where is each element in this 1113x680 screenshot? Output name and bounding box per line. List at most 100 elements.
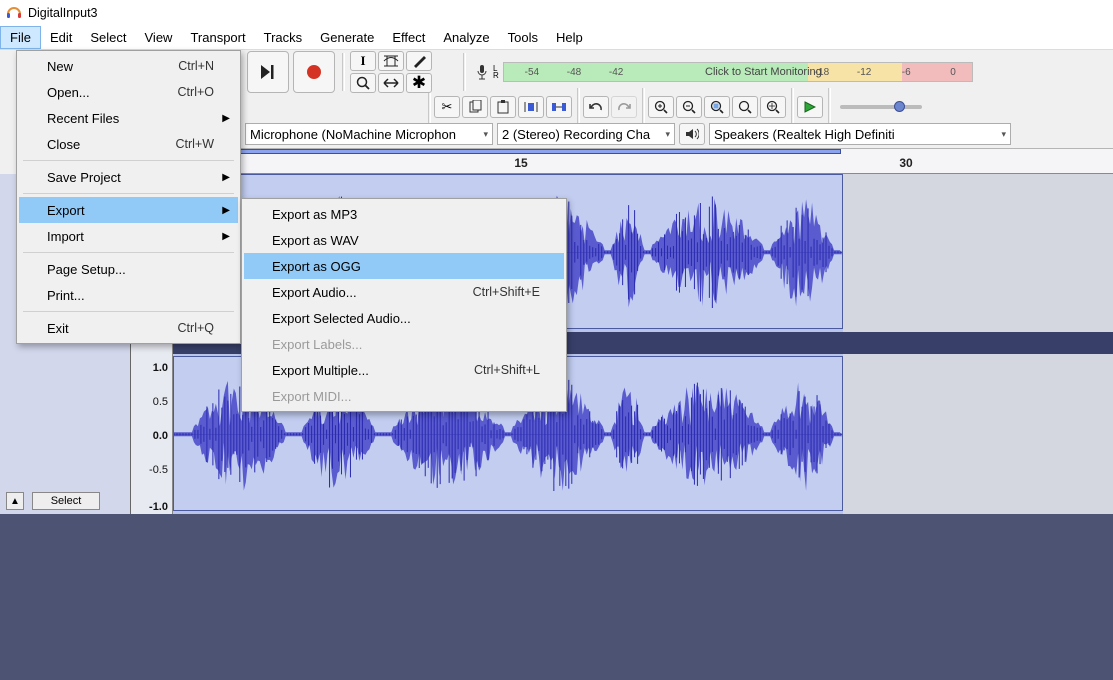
menu-accel: Ctrl+Q xyxy=(178,321,214,335)
menu-generate[interactable]: Generate xyxy=(311,26,383,49)
menu-accel: Ctrl+N xyxy=(178,59,214,73)
menu-item-export-wav[interactable]: Export as WAV xyxy=(244,227,564,253)
ruler-mark: 30 xyxy=(899,156,912,170)
input-device-label: Microphone (NoMachine Microphon xyxy=(250,127,456,142)
menu-label: Close xyxy=(47,137,80,152)
menu-item-exit[interactable]: ExitCtrl+Q xyxy=(19,315,238,341)
trim-button[interactable] xyxy=(518,96,544,118)
menu-item-print[interactable]: Print... xyxy=(19,282,238,308)
menu-item-open[interactable]: Open...Ctrl+O xyxy=(19,79,238,105)
multi-tool[interactable]: ✱ xyxy=(406,73,432,93)
menu-tools[interactable]: Tools xyxy=(499,26,547,49)
track-select-button[interactable]: Select xyxy=(32,492,100,510)
menu-item-export-audio[interactable]: Export Audio...Ctrl+Shift+E xyxy=(244,279,564,305)
menu-accel: Ctrl+Shift+E xyxy=(473,285,540,299)
envelope-tool[interactable] xyxy=(378,51,404,71)
zoom-out-button[interactable] xyxy=(676,96,702,118)
timeshift-tool[interactable] xyxy=(378,73,404,93)
play-button[interactable] xyxy=(797,96,823,118)
menu-item-close[interactable]: CloseCtrl+W xyxy=(19,131,238,157)
ibeam-icon: I xyxy=(360,53,365,69)
menu-label: Export MIDI... xyxy=(272,389,351,404)
scissors-icon: ✂ xyxy=(442,99,453,115)
input-device-combo[interactable]: Microphone (NoMachine Microphon ▾ xyxy=(245,123,493,145)
menu-edit[interactable]: Edit xyxy=(41,26,81,49)
titlebar: DigitalInput3 xyxy=(0,0,1113,26)
menu-select[interactable]: Select xyxy=(81,26,135,49)
silence-button[interactable] xyxy=(546,96,572,118)
menu-analyze[interactable]: Analyze xyxy=(434,26,498,49)
selection-tool[interactable]: I xyxy=(350,51,376,71)
playback-speed-slider[interactable] xyxy=(840,105,922,109)
chevron-down-icon: ▾ xyxy=(483,129,488,140)
menu-item-export-midi: Export MIDI... xyxy=(244,383,564,409)
menu-item-export-selected[interactable]: Export Selected Audio... xyxy=(244,305,564,331)
divider xyxy=(463,53,466,91)
submenu-arrow-icon: ▶ xyxy=(222,113,230,124)
menu-item-page-setup[interactable]: Page Setup... xyxy=(19,256,238,282)
menu-separator xyxy=(23,252,234,253)
lr-label: LR xyxy=(493,65,499,79)
menu-item-new[interactable]: NewCtrl+N xyxy=(19,53,238,79)
menu-item-import[interactable]: Import▶ xyxy=(19,223,238,249)
menu-item-export-ogg[interactable]: Export as OGG xyxy=(244,253,564,279)
speaker-icon xyxy=(685,128,699,140)
pencil-icon xyxy=(412,54,426,68)
slider-knob[interactable] xyxy=(894,101,905,112)
clipboard-icon xyxy=(496,100,510,114)
zoom-toggle-button[interactable] xyxy=(760,96,786,118)
timeline-ruler[interactable]: 15 30 xyxy=(131,148,1113,174)
fit-selection-icon xyxy=(710,100,724,114)
fit-project-button[interactable] xyxy=(732,96,758,118)
track-collapse-button[interactable]: ▲ xyxy=(6,492,24,510)
magnifier-icon xyxy=(356,76,370,90)
menu-label: Export Labels... xyxy=(272,337,362,352)
submenu-arrow-icon: ▶ xyxy=(222,231,230,242)
menu-item-save-project[interactable]: Save Project▶ xyxy=(19,164,238,190)
redo-button[interactable] xyxy=(611,96,637,118)
menu-item-export-mp3[interactable]: Export as MP3 xyxy=(244,201,564,227)
app-icon xyxy=(6,5,22,21)
ruler-mark: 15 xyxy=(514,156,527,170)
menu-label: Export as OGG xyxy=(272,259,361,274)
meter-tick: 0 xyxy=(950,67,956,78)
meter-tick: -6 xyxy=(902,67,911,78)
copy-button[interactable] xyxy=(462,96,488,118)
menu-accel: Ctrl+Shift+L xyxy=(474,363,540,377)
undo-button[interactable] xyxy=(583,96,609,118)
cut-button[interactable]: ✂ xyxy=(434,96,460,118)
redo-icon xyxy=(616,101,632,113)
menu-separator xyxy=(23,311,234,312)
recording-meter[interactable]: LR -54 -48 -42 Click to Start Monitoring… xyxy=(475,62,973,82)
channels-combo[interactable]: 2 (Stereo) Recording Cha ▾ xyxy=(497,123,675,145)
menu-tracks[interactable]: Tracks xyxy=(255,26,312,49)
paste-button[interactable] xyxy=(490,96,516,118)
submenu-arrow-icon: ▶ xyxy=(222,172,230,183)
menu-item-export-multiple[interactable]: Export Multiple... Ctrl+Shift+L xyxy=(244,357,564,383)
envelope-icon xyxy=(383,55,399,67)
menu-file[interactable]: File xyxy=(0,26,41,49)
menu-item-export[interactable]: Export ▶ xyxy=(19,197,238,223)
play-icon xyxy=(804,101,816,113)
draw-tool[interactable] xyxy=(406,51,432,71)
menu-label: Export xyxy=(47,203,85,218)
submenu-arrow-icon: ▶ xyxy=(222,205,230,216)
fit-project-icon xyxy=(738,100,752,114)
zoom-tool[interactable] xyxy=(350,73,376,93)
menu-view[interactable]: View xyxy=(136,26,182,49)
skip-end-button[interactable] xyxy=(247,51,289,93)
menu-item-recent[interactable]: Recent Files▶ xyxy=(19,105,238,131)
output-device-icon-button[interactable] xyxy=(679,123,705,145)
fit-selection-button[interactable] xyxy=(704,96,730,118)
meter-track[interactable]: -54 -48 -42 Click to Start Monitoring -1… xyxy=(503,62,973,82)
menu-transport[interactable]: Transport xyxy=(181,26,254,49)
meter-tick: -18 xyxy=(815,67,829,78)
meter-tick: -48 xyxy=(567,67,581,78)
menu-label: Export Multiple... xyxy=(272,363,369,378)
menu-help[interactable]: Help xyxy=(547,26,592,49)
menu-effect[interactable]: Effect xyxy=(383,26,434,49)
record-button[interactable] xyxy=(293,51,335,93)
zoom-in-button[interactable] xyxy=(648,96,674,118)
output-device-combo[interactable]: Speakers (Realtek High Definiti ▾ xyxy=(709,123,1011,145)
meter-hint: Click to Start Monitoring xyxy=(705,66,822,78)
